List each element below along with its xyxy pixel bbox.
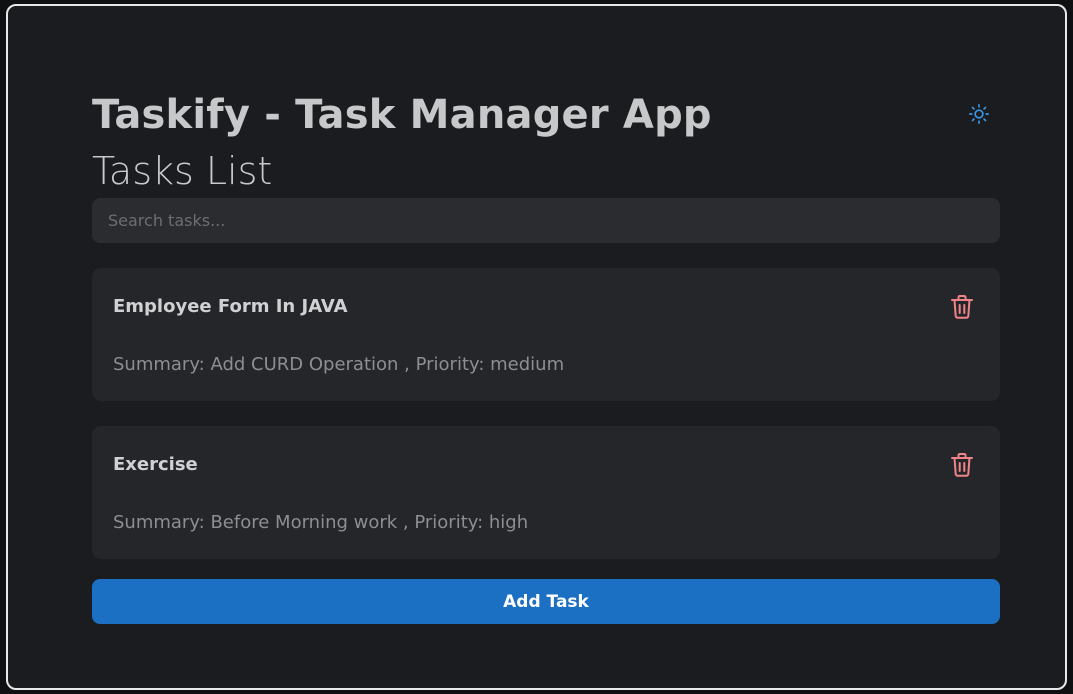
- add-task-button[interactable]: Add Task: [92, 579, 1000, 624]
- sun-icon: [969, 104, 989, 124]
- task-summary: Summary: Add CURD Operation , Priority: …: [113, 354, 565, 375]
- app-window: Taskify - Task Manager App Tasks List Em…: [6, 4, 1067, 690]
- trash-icon: [951, 295, 973, 319]
- task-card: Exercise Summary: Before Morning work , …: [92, 426, 1000, 559]
- task-title: Exercise: [113, 454, 198, 475]
- theme-toggle-button[interactable]: [967, 102, 991, 126]
- task-title: Employee Form In JAVA: [113, 296, 348, 317]
- task-summary: Summary: Before Morning work , Priority:…: [113, 512, 529, 533]
- trash-icon: [951, 453, 973, 477]
- app-title: Taskify - Task Manager App: [92, 92, 712, 138]
- section-title: Tasks List: [92, 149, 273, 193]
- delete-task-button[interactable]: [949, 451, 975, 479]
- search-input[interactable]: [92, 198, 1000, 243]
- delete-task-button[interactable]: [949, 293, 975, 321]
- task-card: Employee Form In JAVA Summary: Add CURD …: [92, 268, 1000, 401]
